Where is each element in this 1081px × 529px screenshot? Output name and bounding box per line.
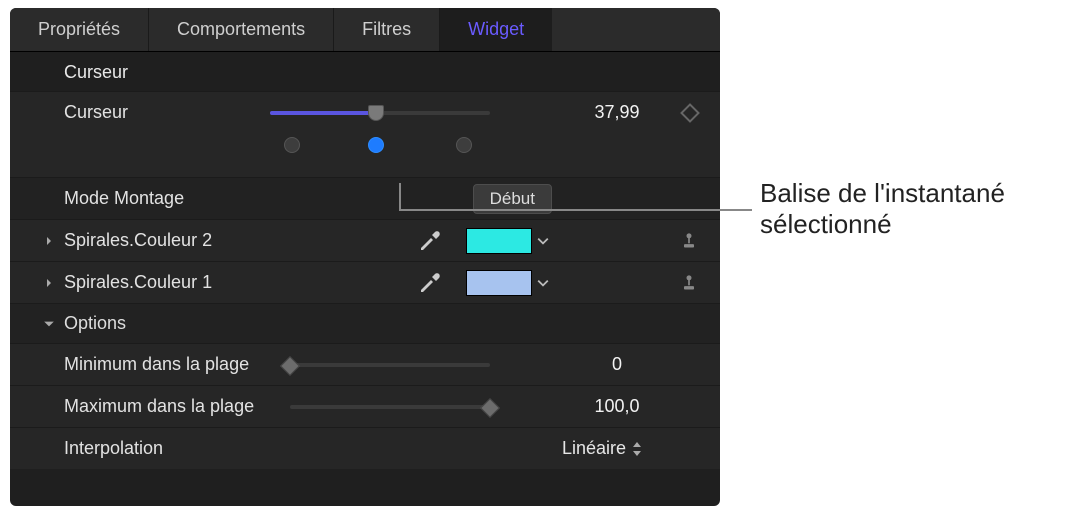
tab-filters[interactable]: Filtres xyxy=(334,8,440,51)
slider-track[interactable] xyxy=(270,104,490,122)
joystick-icon[interactable] xyxy=(679,230,701,252)
row-slider: Curseur 37,99 xyxy=(10,91,720,133)
row-min: Minimum dans la plage 0 xyxy=(10,343,720,385)
snapshot-marker-rail[interactable] xyxy=(270,133,490,163)
callout-line2: sélectionné xyxy=(760,209,1005,240)
color-label: Spirales.Couleur 2 xyxy=(64,230,284,251)
tab-properties[interactable]: Propriétés xyxy=(10,8,149,51)
row-color: Spirales.Couleur 1 xyxy=(10,261,720,303)
tab-bar: Propriétés Comportements Filtres Widget xyxy=(10,8,720,52)
keyframe-icon[interactable] xyxy=(680,103,700,123)
row-color: Spirales.Couleur 2 xyxy=(10,219,720,261)
callout-line1: Balise de l'instantané xyxy=(760,178,1005,209)
slider-label: Curseur xyxy=(40,102,270,123)
row-options-header[interactable]: Options xyxy=(10,303,720,343)
color-swatch[interactable] xyxy=(466,270,532,296)
eyedropper-icon[interactable] xyxy=(418,229,442,253)
inspector-panel: Propriétés Comportements Filtres Widget … xyxy=(10,8,720,506)
row-max: Maximum dans la plage 100,0 xyxy=(10,385,720,427)
section-title: Curseur xyxy=(10,52,720,91)
min-slider[interactable] xyxy=(290,356,490,374)
tab-behaviors[interactable]: Comportements xyxy=(149,8,334,51)
tab-widget[interactable]: Widget xyxy=(440,8,552,51)
options-header-label: Options xyxy=(64,313,126,334)
joystick-icon[interactable] xyxy=(679,272,701,294)
chevron-down-icon[interactable] xyxy=(532,270,554,296)
edit-mode-label: Mode Montage xyxy=(40,188,270,209)
snapshot-marker[interactable] xyxy=(284,137,300,153)
min-value[interactable]: 0 xyxy=(562,354,672,375)
color-label: Spirales.Couleur 1 xyxy=(64,272,284,293)
row-edit-mode: Mode Montage Début xyxy=(10,177,720,219)
interpolation-value: Linéaire xyxy=(562,438,626,459)
snapshot-marker[interactable] xyxy=(456,137,472,153)
eyedropper-icon[interactable] xyxy=(418,271,442,295)
color-swatch[interactable] xyxy=(466,228,532,254)
max-value[interactable]: 100,0 xyxy=(562,396,672,417)
min-label: Minimum dans la plage xyxy=(40,354,290,375)
snapshot-markers-row xyxy=(10,133,720,177)
chevron-down-icon[interactable] xyxy=(532,228,554,254)
disclosure-right-icon[interactable] xyxy=(40,274,58,292)
edit-mode-button[interactable]: Début xyxy=(473,184,552,214)
max-slider[interactable] xyxy=(290,398,490,416)
slider-value[interactable]: 37,99 xyxy=(562,102,672,123)
callout-text: Balise de l'instantané sélectionné xyxy=(760,178,1005,240)
disclosure-down-icon[interactable] xyxy=(40,315,58,333)
stepper-icon xyxy=(632,442,642,456)
snapshot-marker[interactable] xyxy=(368,137,384,153)
disclosure-right-icon[interactable] xyxy=(40,232,58,250)
max-label: Maximum dans la plage xyxy=(40,396,290,417)
row-interpolation: Interpolation Linéaire xyxy=(10,427,720,469)
interpolation-label: Interpolation xyxy=(40,438,290,459)
interpolation-popup[interactable]: Linéaire xyxy=(562,438,672,459)
